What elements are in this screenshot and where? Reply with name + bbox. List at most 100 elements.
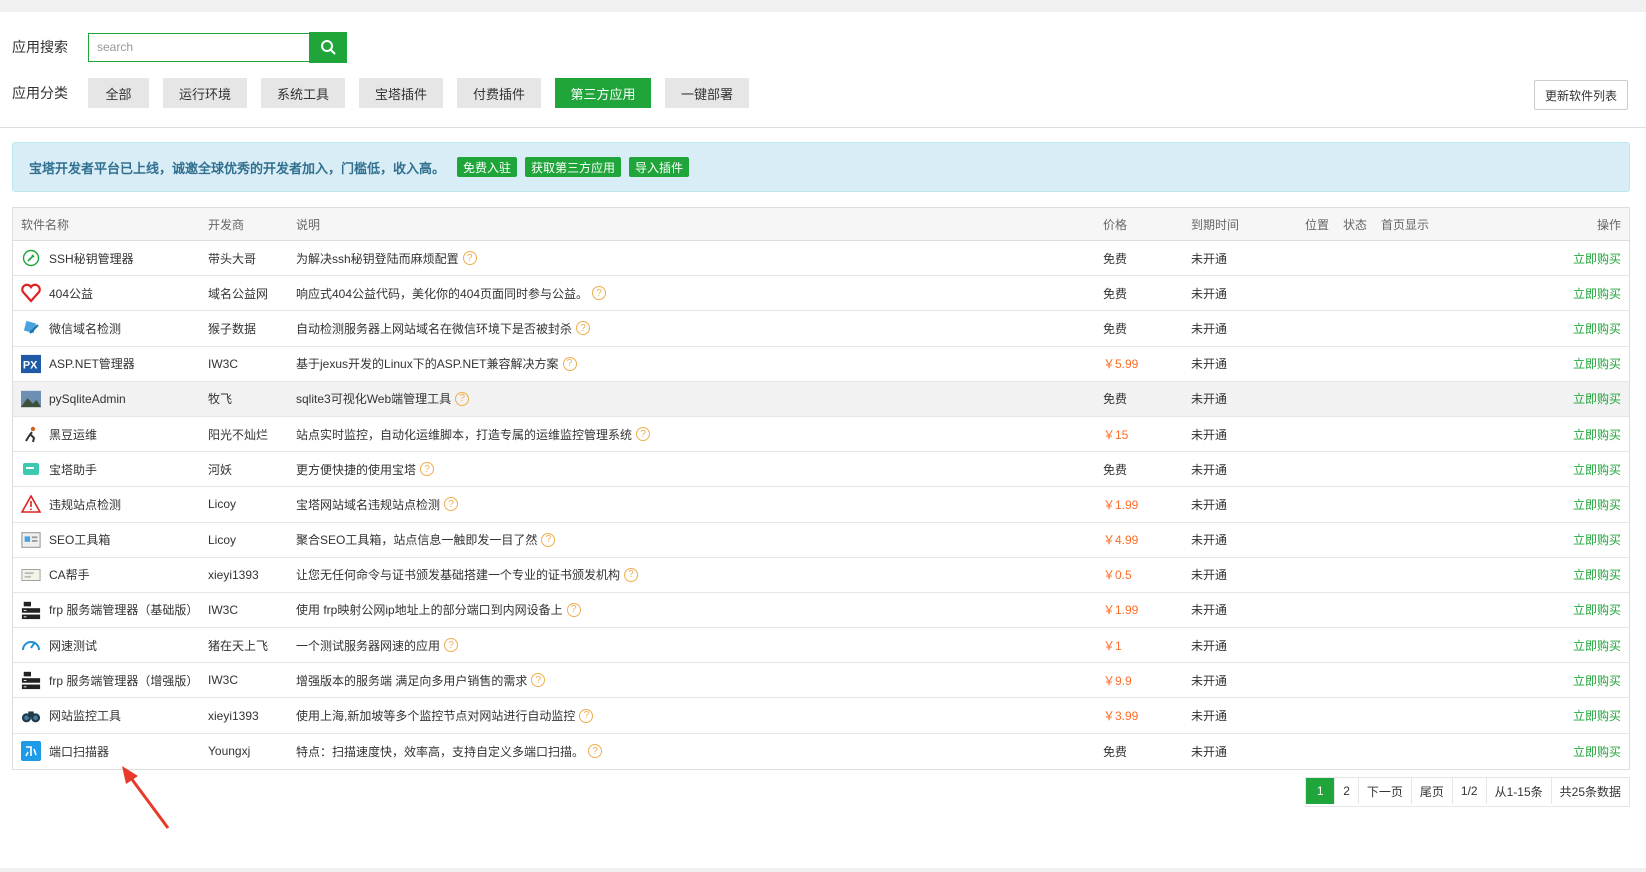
description-text: 增强版本的服务端 满足向多用户销售的需求 [296,673,528,688]
category-all[interactable]: 全部 [88,78,149,108]
help-icon[interactable]: ? [592,286,607,301]
expire-cell: 未开通 [1191,568,1228,583]
description-text: sqlite3可视化Web端管理工具 [296,392,452,407]
software-name: 微信域名检测 [49,321,122,336]
software-name-cell: frp 服务端管理器（增强版） [13,670,208,690]
wechat-check-icon [21,318,41,338]
software-name: pySqliteAdmin [49,391,126,406]
buy-now-link[interactable]: 立即购买 [1461,390,1629,407]
description-cell: 聚合SEO工具箱，站点信息一触即发一目了然? [296,531,1103,548]
buy-now-link[interactable]: 立即购买 [1461,426,1629,443]
software-name-cell: pySqliteAdmin [13,389,208,409]
help-icon[interactable]: ? [624,567,639,582]
alert-text: 宝塔开发者平台已上线，诚邀全球优秀的开发者加入，门槛低，收入高。 [29,160,446,176]
help-icon[interactable]: ? [420,462,435,477]
buy-now-link[interactable]: 立即购买 [1461,250,1629,267]
help-icon[interactable]: ? [531,673,546,688]
expire-cell: 未开通 [1191,462,1228,477]
heart-icon [21,283,41,303]
search-input[interactable]: search [88,32,309,62]
software-name: ASP.NET管理器 [49,357,135,372]
buy-now-link[interactable]: 立即购买 [1461,461,1629,478]
developer-cell: Licoy [208,497,237,512]
software-name: SSH秘钥管理器 [49,251,134,266]
header-price: 价格 [1103,217,1128,232]
category-one-click-deploy[interactable]: 一键部署 [665,78,749,108]
speedometer-icon [21,635,41,655]
category-third-party[interactable]: 第三方应用 [555,78,651,108]
page-2[interactable]: 2 [1334,778,1358,804]
description-cell: 自动检测服务器上网站域名在微信环境下是否被封杀? [296,320,1103,337]
buy-now-link[interactable]: 立即购买 [1461,566,1629,583]
price-cell: ￥9.9 [1103,673,1132,688]
header-position: 位置 [1305,217,1330,232]
certificate-icon [21,565,41,585]
help-icon[interactable]: ? [636,427,651,442]
help-icon[interactable]: ? [562,356,577,371]
software-table: 软件名称 开发商 说明 价格 到期时间 位置 状态 首页显示 操作 SSH秘钥管… [12,207,1630,770]
help-icon[interactable]: ? [588,744,603,759]
help-icon[interactable]: ? [444,497,459,512]
category-bt-plugins[interactable]: 宝塔插件 [359,78,443,108]
software-name-cell: 微信域名检测 [13,318,208,338]
category-system-tools[interactable]: 系统工具 [261,78,345,108]
price-cell: ￥15 [1103,427,1129,442]
buy-now-link[interactable]: 立即购买 [1461,531,1629,548]
table-row: SEO工具箱 Licoy 聚合SEO工具箱，站点信息一触即发一目了然? ￥4.99 未开… [13,523,1629,558]
description-text: 自动检测服务器上网站域名在微信环境下是否被封杀 [296,321,573,336]
category-paid-plugins[interactable]: 付费插件 [457,78,541,108]
table-row: 违规站点检测 Licoy 宝塔网站域名违规站点检测? ￥1.99 未开通 立即购买 [13,487,1629,523]
software-name: 网速测试 [49,638,98,653]
get-third-party-button[interactable]: 获取第三方应用 [525,157,622,177]
description-cell: 使用上海,新加坡等多个监控节点对网站进行自动监控? [296,707,1103,724]
developer-cell: 牧飞 [208,392,233,407]
table-row: 黑豆运维 阳光不灿烂 站点实时监控，自动化运维脚本，打造专属的运维监控管理系统? ￥1… [13,417,1629,453]
update-software-list-button[interactable]: 更新软件列表 [1534,80,1628,110]
buy-now-link[interactable]: 立即购买 [1461,637,1629,654]
header-operation: 操作 [1596,217,1621,232]
buy-now-link[interactable]: 立即购买 [1461,707,1629,724]
free-join-button[interactable]: 免费入驻 [457,157,518,177]
table-row: 端口扫描器 Youngxj 特点：扫描速度快，效率高，支持自定义多端口扫描。? 免费未… [13,734,1629,769]
table-row: 404公益 域名公益网 响应式404公益代码，美化你的404页面同时参与公益。? 免费… [13,276,1629,312]
runner-icon [21,424,41,444]
buy-now-link[interactable]: 立即购买 [1461,743,1629,760]
description-text: 宝塔网站域名违规站点检测 [296,497,441,512]
buy-now-link[interactable]: 立即购买 [1461,672,1629,689]
help-icon[interactable]: ? [576,321,591,336]
help-icon[interactable]: ? [579,708,594,723]
price-cell: ￥1 [1103,638,1122,653]
next-page[interactable]: 下一页 [1357,778,1411,804]
help-icon[interactable]: ? [444,638,459,653]
search-icon [321,40,336,55]
last-page[interactable]: 尾页 [1410,778,1452,804]
import-plugin-button[interactable]: 导入插件 [629,157,690,177]
search-button[interactable] [309,31,347,63]
px-icon: PX [21,354,41,374]
buy-now-link[interactable]: 立即购买 [1461,496,1629,513]
table-body: SSH秘钥管理器 带头大哥 为解决ssh秘钥登陆而麻烦配置? 免费 未开通 立即购买 404… [13,241,1629,769]
page-1[interactable]: 1 [1306,778,1335,804]
table-row: frp 服务端管理器（基础版） IW3C 使用 frp映射公网ip地址上的部分端口到… [13,593,1629,629]
table-row: 微信域名检测 猴子数据 自动检测服务器上网站域名在微信环境下是否被封杀? 免费 未开通立… [13,311,1629,347]
search-row: 应用搜索 search [12,31,347,63]
help-icon[interactable]: ? [541,532,556,547]
help-icon[interactable]: ? [462,251,477,266]
developer-cell: Youngxj [208,744,251,759]
expire-cell: 未开通 [1191,357,1228,372]
page-total: 共25条数据 [1550,778,1629,804]
buy-now-link[interactable]: 立即购买 [1461,320,1629,337]
help-icon[interactable]: ? [455,391,470,406]
buy-now-link[interactable]: 立即购买 [1461,601,1629,618]
buy-now-link[interactable]: 立即购买 [1461,355,1629,372]
software-name-cell: frp 服务端管理器（基础版） [13,600,208,620]
developer-cell: 河妖 [208,462,233,477]
header-status: 状态 [1343,217,1368,232]
help-icon[interactable]: ? [566,602,581,617]
software-name-cell: SEO工具箱 [13,530,208,550]
developer-cell: 域名公益网 [208,286,269,301]
software-name-cell: 违规站点检测 [13,494,208,514]
buy-now-link[interactable]: 立即购买 [1461,285,1629,302]
software-name: frp 服务端管理器（增强版） [49,673,199,688]
category-runtime[interactable]: 运行环境 [163,78,247,108]
